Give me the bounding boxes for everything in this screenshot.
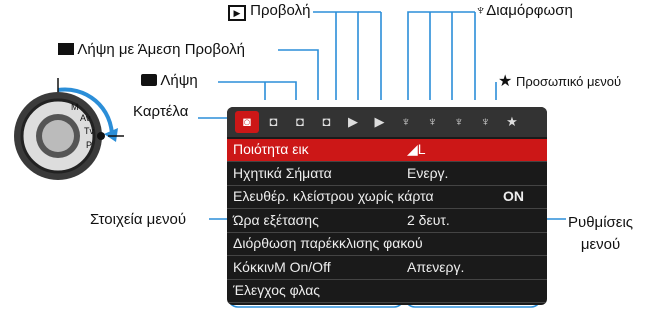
menu-item-label: Ώρα εξέτασης <box>233 211 319 228</box>
menu-item-label: Διόρθωση παρέκκλισης φακού <box>233 235 423 251</box>
menu-item-value: 2 δευτ. <box>407 211 450 228</box>
menu-row[interactable]: Ελευθέρ. κλείστρου χωρίς κάρτα ON <box>227 186 547 208</box>
liveview-icon: ◘ <box>322 114 331 129</box>
tab-3[interactable]: ◘ <box>288 111 312 133</box>
menu-row[interactable]: Ηχητικά Σήματα Ενεργ. <box>227 163 547 185</box>
menu-row[interactable]: ΚόκκινΜ On/Off Απενεργ. <box>227 257 547 279</box>
menu-item-label: ΚόκκινΜ On/Off <box>233 258 331 275</box>
tab-8[interactable]: ♆ <box>421 111 445 133</box>
camera-icon: ◘ <box>269 114 278 129</box>
tab-7[interactable]: ♆ <box>394 111 418 133</box>
tab-bar: ◙ ◘ ◘ ◘ ▶ ▶ ♆ ♆ ♆ ♆ ★ <box>227 107 547 137</box>
menu-item-label: Ηχητικά Σήματα <box>233 164 332 181</box>
tab-4[interactable]: ◘ <box>315 111 339 133</box>
menu-item-value: Ενεργ. <box>407 164 449 181</box>
tab-2[interactable]: ◘ <box>262 111 286 133</box>
menu-item-label: Έλεγχος φλας <box>233 282 321 298</box>
row-divider <box>227 302 547 303</box>
menu-row[interactable]: Ποιότητα εικ ◢L <box>227 139 547 161</box>
menu-item-value-secondary: ON <box>503 188 524 204</box>
menu-row[interactable]: Ώρα εξέτασης 2 δευτ. <box>227 210 547 232</box>
wrench-icon: ♆ <box>480 114 491 129</box>
tab-1[interactable]: ◙ <box>235 111 259 133</box>
tab-10[interactable]: ♆ <box>474 111 498 133</box>
menu-item-label: Ποιότητα εικ <box>233 141 309 157</box>
wrench-icon: ♆ <box>454 114 464 129</box>
playback-icon: ▶ <box>348 114 358 129</box>
camera-icon: ◙ <box>243 114 251 129</box>
playback-icon: ▶ <box>374 114 385 129</box>
camera-menu-screen: ◙ ◘ ◘ ◘ ▶ ▶ ♆ ♆ ♆ ♆ ★ Ποιότητα εικ ◢L Ηχητικά Σήματα… <box>227 107 547 305</box>
tab-6[interactable]: ▶ <box>368 111 392 133</box>
menu-row[interactable]: Διόρθωση παρέκκλισης φακού <box>227 233 547 255</box>
menu-item-value: ◢L <box>407 141 426 157</box>
tab-5[interactable]: ▶ <box>341 111 365 133</box>
camera-icon: ◘ <box>296 114 304 129</box>
tab-9[interactable]: ♆ <box>447 111 471 133</box>
star-icon: ★ <box>506 114 518 129</box>
wrench-icon: ♆ <box>401 114 411 129</box>
menu-item-value: Απενεργ. <box>407 258 465 275</box>
tab-11[interactable]: ★ <box>500 111 524 133</box>
wrench-icon: ♆ <box>427 114 438 129</box>
menu-item-label: Ελευθέρ. κλείστρου χωρίς κάρτα <box>233 188 434 204</box>
menu-row[interactable]: Έλεγχος φλας <box>227 280 547 302</box>
